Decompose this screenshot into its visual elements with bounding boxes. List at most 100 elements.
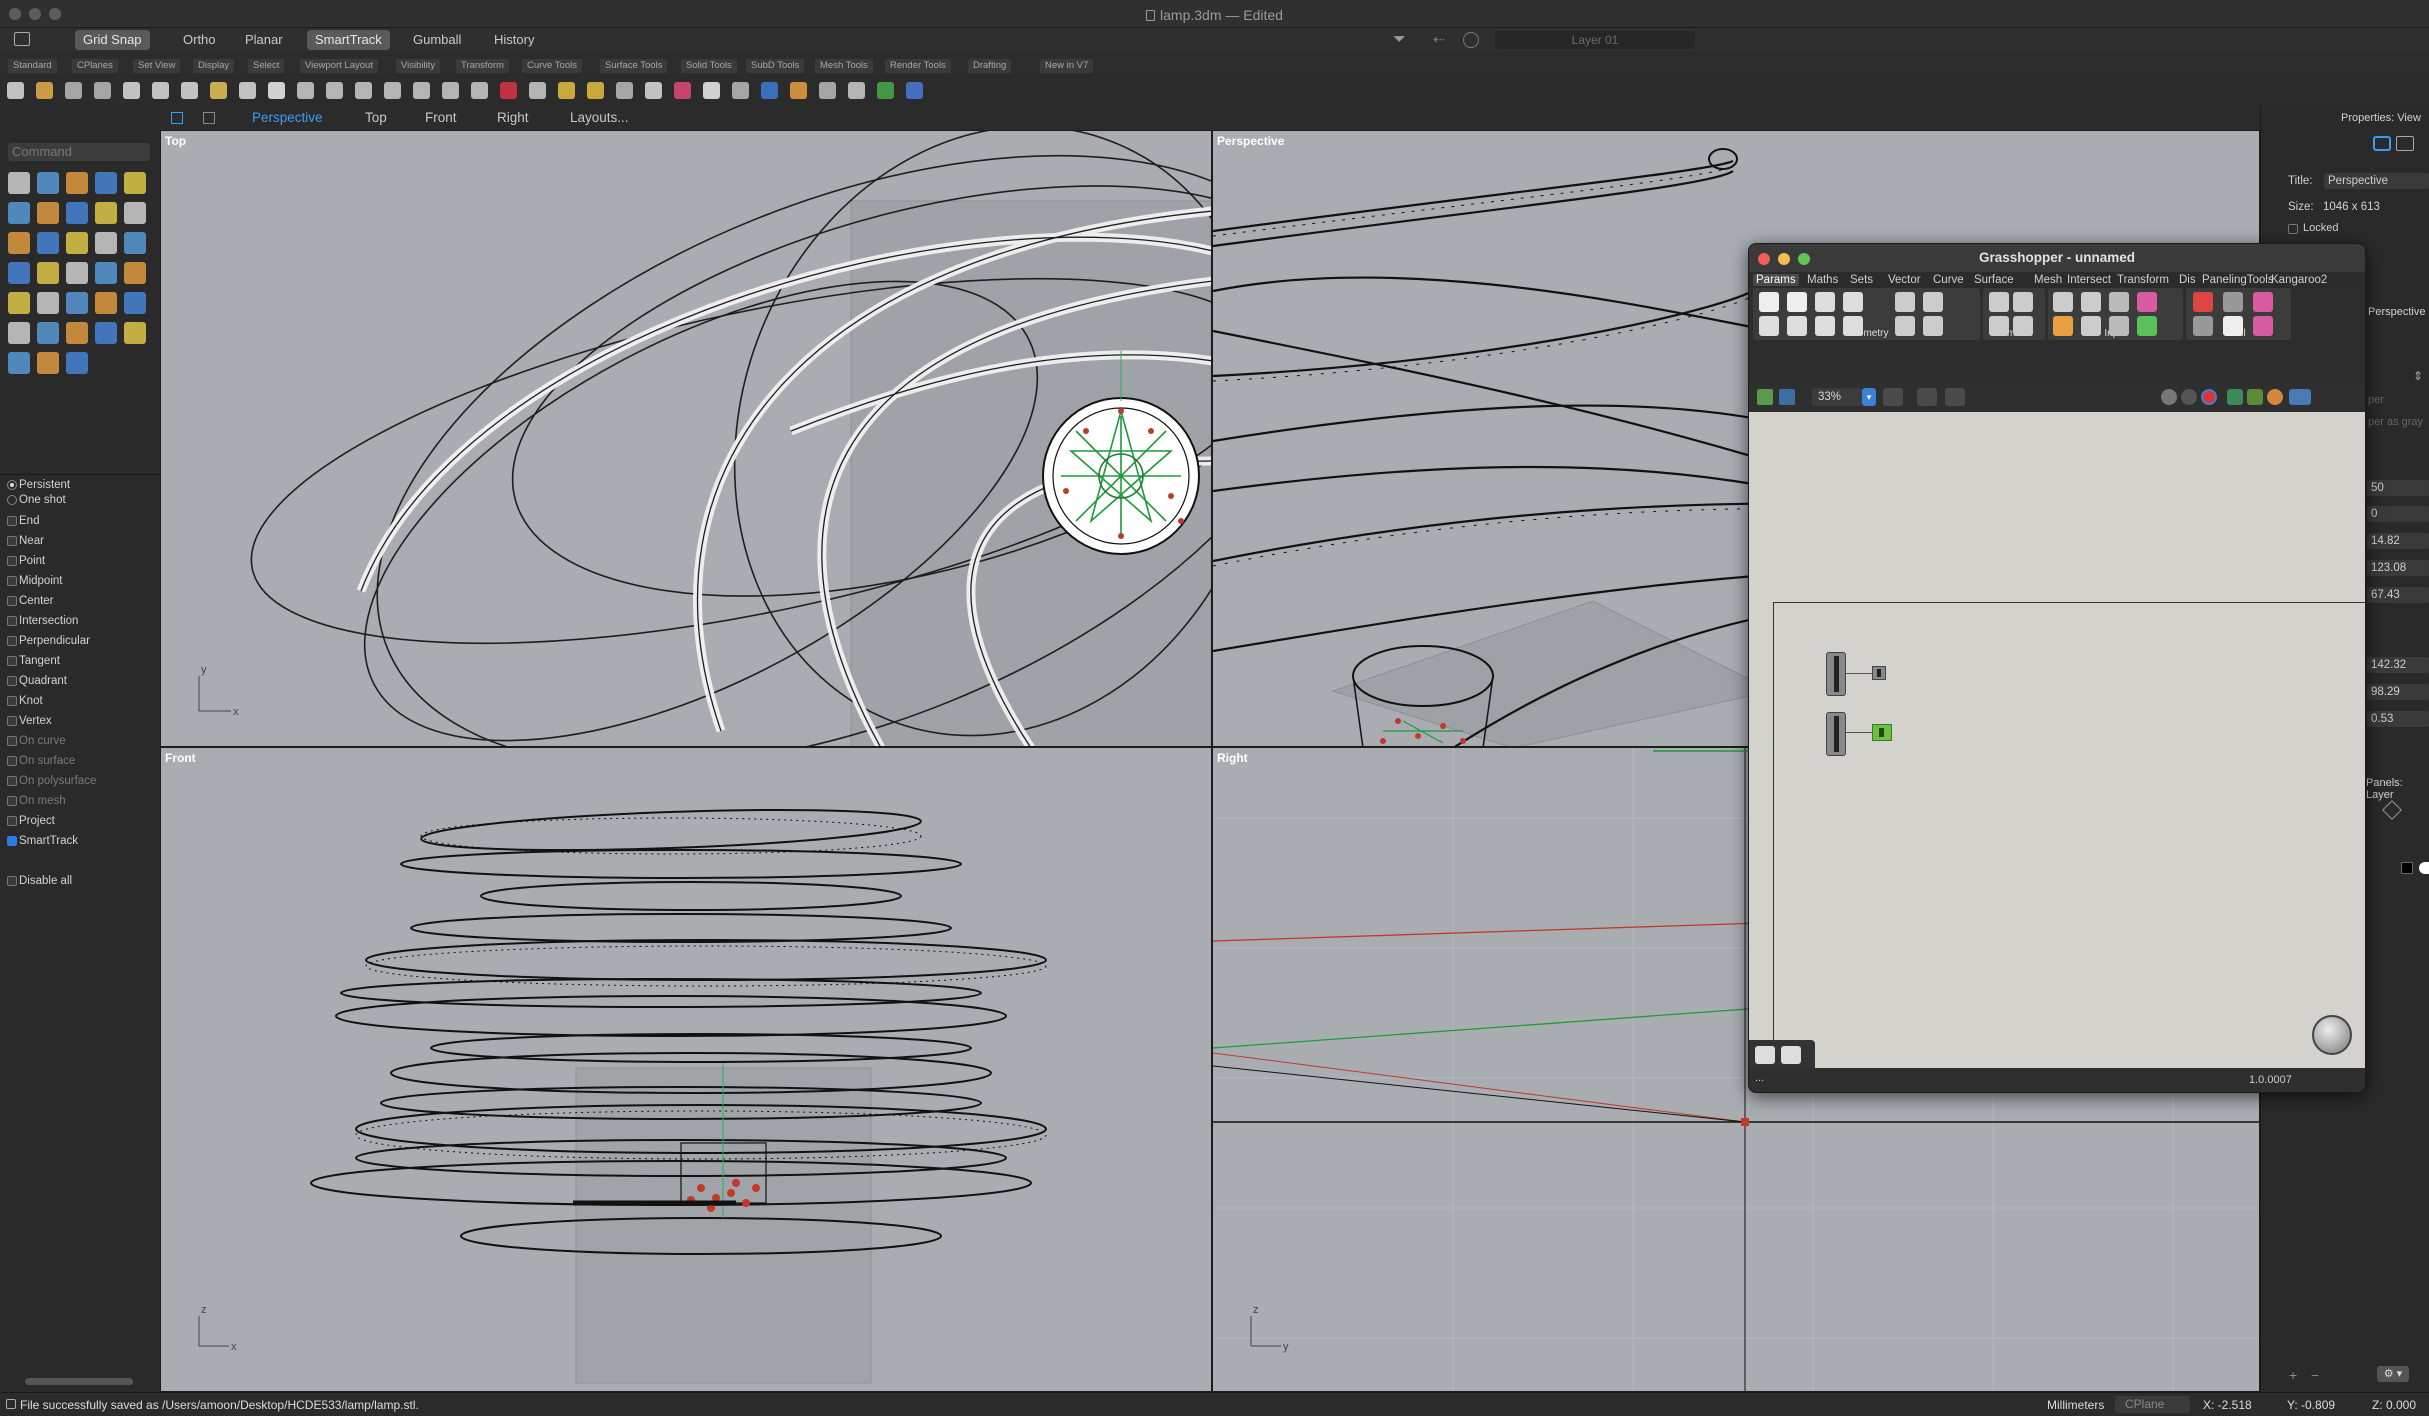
osnap-on-mesh-checkbox[interactable] [7, 796, 17, 806]
gh-tab-dis[interactable]: Dis [2179, 274, 2196, 286]
print-icon[interactable] [94, 82, 111, 99]
osnap-intersection[interactable]: Intersection [7, 614, 78, 628]
gh-tab-mesh[interactable]: Mesh [2034, 274, 2062, 286]
cplane-dropdown[interactable]: CPlane [2115, 1396, 2190, 1413]
gh-component-10-icon[interactable] [1843, 316, 1863, 336]
toolbar-tab-select[interactable]: Select [248, 59, 285, 73]
rotate-icon[interactable] [297, 82, 314, 99]
locked-checkbox[interactable] [2288, 224, 2298, 234]
four-view-icon[interactable] [471, 82, 488, 99]
property-field-2[interactable]: 0 [2367, 506, 2429, 522]
tab-front[interactable]: Front [425, 110, 457, 125]
grid-snap-toggle[interactable]: Grid Snap [75, 30, 150, 50]
gh-component-9-icon[interactable] [1815, 316, 1835, 336]
osnap-oneshot-option[interactable]: One shot [7, 493, 66, 507]
gh-component-8-icon[interactable] [1787, 316, 1807, 336]
layers-icon[interactable] [558, 82, 575, 99]
tool-helix-icon[interactable] [124, 202, 146, 224]
gh-param-component-2[interactable] [1826, 712, 1846, 756]
gh-component-1-icon[interactable] [1759, 292, 1779, 312]
gh-tab-sets[interactable]: Sets [1850, 274, 1873, 286]
tool-paint-bucket-icon[interactable] [66, 352, 88, 374]
gh-tab-params[interactable]: Params [1753, 274, 1799, 286]
sidebar-toggle-icon[interactable] [14, 32, 30, 46]
cut-icon[interactable] [152, 82, 169, 99]
gumball-toggle[interactable]: Gumball [405, 30, 469, 50]
osnap-quadrant-checkbox[interactable] [7, 676, 17, 686]
grid-snap-icon[interactable] [819, 82, 836, 99]
tab-layouts[interactable]: Layouts... [570, 110, 629, 125]
gh-component-28-icon[interactable] [2193, 316, 2213, 336]
toolbar-tab-render-tools[interactable]: Render Tools [885, 59, 951, 73]
gh-zoom-dropdown-icon[interactable]: ▾ [1862, 388, 1876, 406]
tool-rotate-icon[interactable] [37, 322, 59, 344]
zoom-extents-icon[interactable] [384, 82, 401, 99]
tool-revolve-icon[interactable] [66, 262, 88, 284]
tool-ellipse-icon[interactable] [95, 202, 117, 224]
gh-zoom-field[interactable]: 33% [1812, 388, 1862, 406]
gh-tab-curve[interactable]: Curve [1933, 274, 1964, 286]
gh-close-button[interactable] [1758, 253, 1770, 265]
osnap-on-curve[interactable]: On curve [7, 734, 66, 748]
projection-stepper[interactable]: ⇕ [2413, 369, 2423, 383]
osnap-smarttrack-checkbox[interactable] [7, 836, 17, 846]
remove-icon[interactable]: − [2311, 1367, 2319, 1383]
tab-right[interactable]: Right [497, 110, 529, 125]
gh-component-30-icon[interactable] [2253, 316, 2273, 336]
property-field-6[interactable]: 142.32 [2367, 657, 2429, 673]
osnap-on-curve-checkbox[interactable] [7, 736, 17, 746]
planar-toggle[interactable]: Planar [237, 30, 291, 50]
tool-loft-icon[interactable] [8, 262, 30, 284]
sphere-blue-icon[interactable] [761, 82, 778, 99]
pointer-icon[interactable] [848, 82, 865, 99]
gh-component-24-icon[interactable] [2137, 316, 2157, 336]
car-icon[interactable] [500, 82, 517, 99]
gh-component-2-icon[interactable] [1787, 292, 1807, 312]
camera-icon[interactable] [2373, 136, 2391, 151]
gh-mesh-quality-icon[interactable] [2227, 389, 2243, 405]
tool-fillet-icon[interactable] [37, 292, 59, 314]
gh-component-21-icon[interactable] [2053, 316, 2073, 336]
gh-tab-transform[interactable]: Transform [2117, 274, 2169, 286]
toolbar-tab-surface-tools[interactable]: Surface Tools [600, 59, 668, 73]
title-field[interactable]: Perspective [2324, 173, 2429, 189]
tool-rectangle-icon[interactable] [37, 202, 59, 224]
persistent-radio[interactable] [7, 480, 17, 490]
smarttrack-toggle[interactable]: SmartTrack [307, 30, 390, 50]
osnap-on-polysurface[interactable]: On polysurface [7, 774, 96, 788]
new-icon[interactable] [7, 82, 24, 99]
gh-save-icon[interactable] [1779, 389, 1795, 405]
pan-icon[interactable] [268, 82, 285, 99]
osnap-vertex-checkbox[interactable] [7, 716, 17, 726]
zoom-selected-icon[interactable] [413, 82, 430, 99]
osnap-quadrant[interactable]: Quadrant [7, 674, 67, 688]
sphere-icon[interactable] [703, 82, 720, 99]
oneshot-radio[interactable] [7, 495, 17, 505]
toolbar-tab-solid-tools[interactable]: Solid Tools [681, 59, 737, 73]
panel-scrollbar[interactable] [25, 1378, 133, 1385]
osnap-midpoint[interactable]: Midpoint [7, 574, 62, 588]
gh-tab-kangaroo2[interactable]: Kangaroo2 [2271, 274, 2327, 286]
ortho-toggle[interactable]: Ortho [175, 30, 224, 50]
gh-component-4-icon[interactable] [1843, 292, 1863, 312]
osnap-vertex[interactable]: Vertex [7, 714, 52, 728]
property-field-1[interactable]: 50 [2367, 480, 2429, 496]
tool-extrude-icon[interactable] [8, 232, 30, 254]
gh-preview-shaded-icon[interactable] [2181, 389, 2197, 405]
gh-component-12-icon[interactable] [1923, 316, 1943, 336]
disable-all-checkbox[interactable] [7, 876, 17, 886]
toolbar-tab-set-view[interactable]: Set View [133, 59, 181, 73]
gh-draw-tool-icon[interactable] [1755, 1046, 1775, 1064]
property-field-8[interactable]: 0.53 [2367, 711, 2429, 727]
osnap-disable-all[interactable]: Disable all [7, 874, 72, 888]
gh-param-output-2[interactable] [1872, 724, 1892, 741]
gh-component-11-icon[interactable] [1895, 316, 1915, 336]
cube-icon[interactable] [2382, 800, 2402, 820]
gh-display-icon[interactable] [2289, 389, 2311, 405]
toolbar-tab-transform[interactable]: Transform [456, 59, 509, 73]
tool-box-icon[interactable] [37, 232, 59, 254]
gh-component-14-icon[interactable] [2013, 292, 2033, 312]
osnap-on-surface-checkbox[interactable] [7, 756, 17, 766]
gh-component-25-icon[interactable] [2193, 292, 2213, 312]
toolbar-tab-standard[interactable]: Standard [8, 59, 57, 73]
